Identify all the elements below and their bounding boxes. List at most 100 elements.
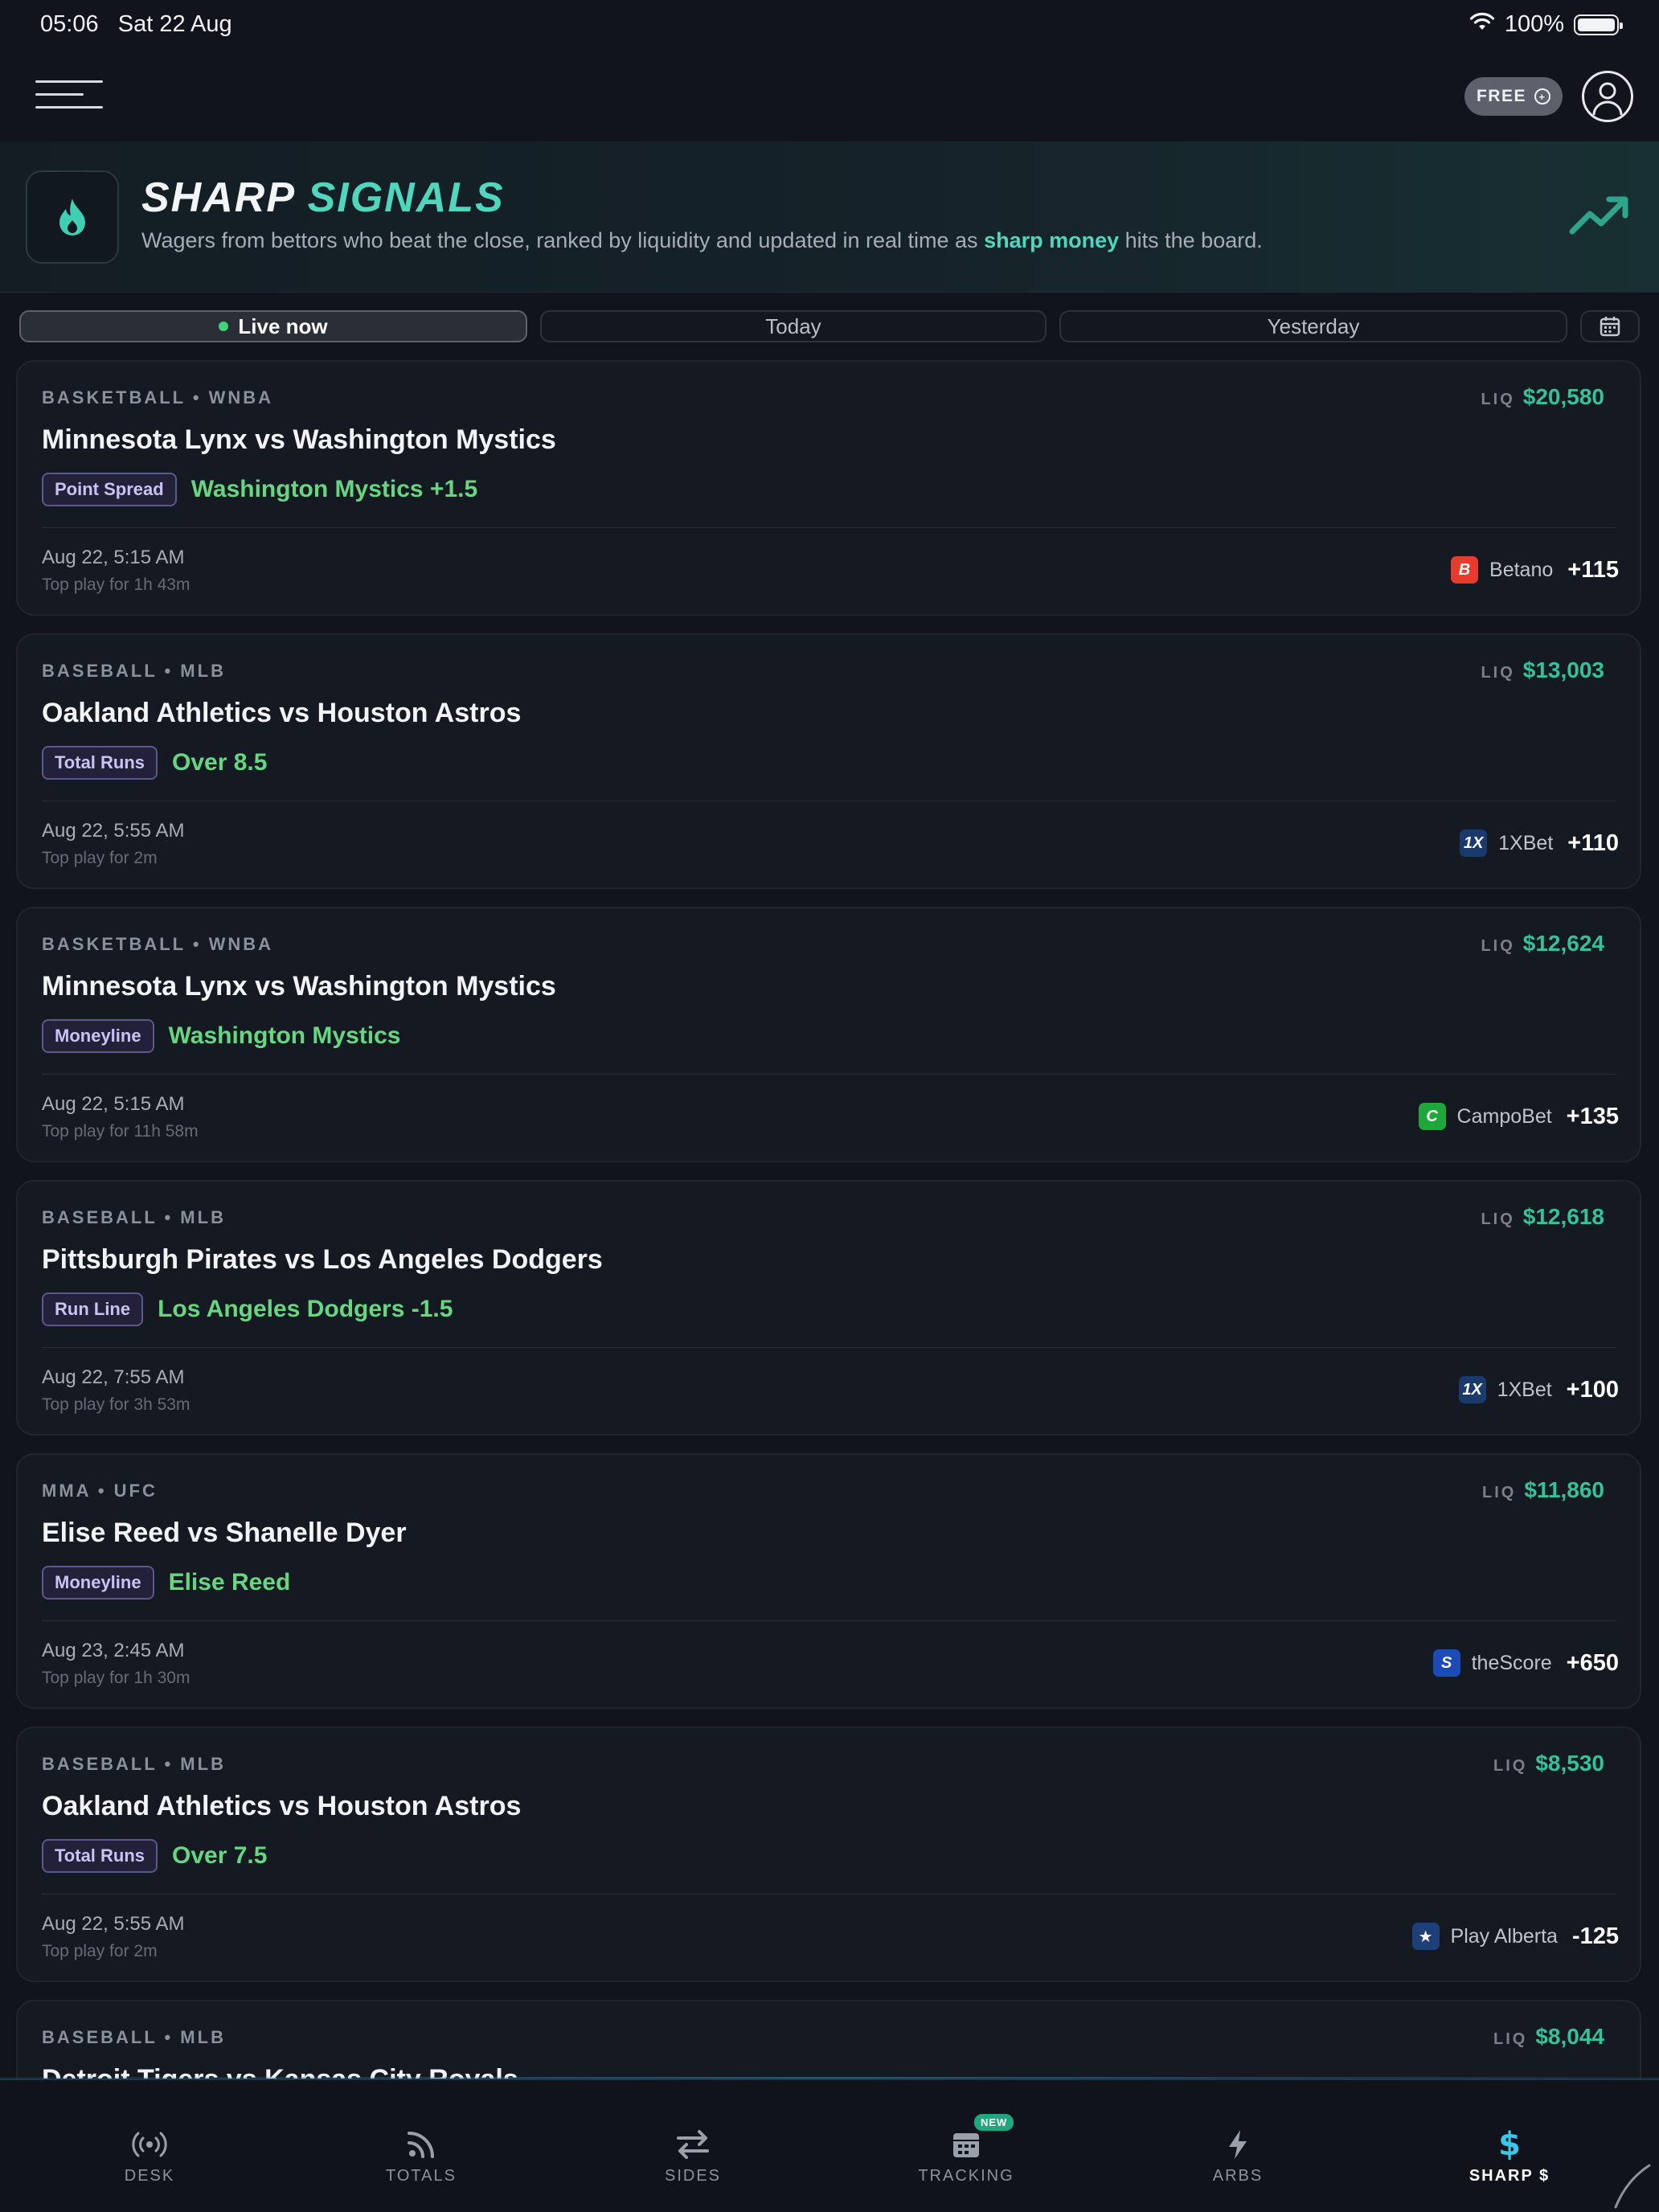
user-icon	[1592, 82, 1623, 116]
odds: +110	[1567, 830, 1619, 856]
battery-icon	[1574, 14, 1623, 35]
signal-card[interactable]: BASEBALL • MLB LIQ $13,003 Oakland Athle…	[16, 633, 1641, 889]
card-date: Aug 22, 5:15 AM	[42, 547, 185, 568]
sportsbook: ★ Play Alberta -125	[1411, 1923, 1619, 1950]
lightning-icon	[1225, 2127, 1251, 2162]
liq-label: LIQ	[1481, 1484, 1517, 1501]
hero-description: Wagers from bettors who beat the close, …	[141, 228, 1263, 253]
live-dot-icon	[219, 322, 229, 331]
hero-banner: SHARP SIGNALS Wagers from bettors who be…	[0, 141, 1659, 293]
bet-row: Moneyline Elise Reed	[42, 1566, 290, 1600]
plan-badge[interactable]: FREE +	[1464, 77, 1563, 116]
sportsbook-name: Play Alberta	[1450, 1924, 1558, 1948]
trending-up-icon	[1569, 193, 1630, 242]
liq-value: $13,003	[1522, 657, 1604, 682]
liq-label: LIQ	[1481, 664, 1515, 682]
tab-yesterday[interactable]: Yesterday	[1059, 310, 1567, 342]
nav-sharp-money[interactable]: $ SHARP $	[1421, 2126, 1598, 2199]
hero-title: SHARP SIGNALS	[141, 174, 505, 222]
card-liquidity: LIQ $8,044	[1493, 2024, 1604, 2050]
liq-label: LIQ	[1481, 1210, 1515, 1228]
card-date: Aug 22, 7:55 AM	[42, 1366, 185, 1388]
menu-line	[35, 106, 103, 109]
card-top-play: Top play for 11h 58m	[42, 1122, 199, 1141]
card-liquidity: LIQ $12,618	[1481, 1204, 1604, 1230]
bet-type-badge: Total Runs	[42, 746, 158, 780]
sportsbook-logo-icon: B	[1451, 556, 1479, 584]
card-liquidity: LIQ $13,003	[1481, 657, 1604, 683]
hero-title-part1: SHARP	[141, 174, 295, 221]
liq-label: LIQ	[1493, 2030, 1528, 2048]
liq-value: $11,860	[1524, 1477, 1604, 1502]
bet-row: Total Runs Over 8.5	[42, 746, 267, 780]
tab-live-now[interactable]: Live now	[19, 310, 527, 342]
nav-desk[interactable]: DESK	[61, 2127, 238, 2199]
sportsbook-name: theScore	[1471, 1651, 1552, 1674]
wifi-icon	[1469, 11, 1495, 38]
top-bar: FREE +	[0, 51, 1659, 141]
battery-percent: 100%	[1504, 11, 1564, 37]
rss-icon	[405, 2127, 437, 2162]
calendar-icon	[1600, 317, 1620, 337]
tab-label: Yesterday	[1267, 313, 1360, 338]
card-liquidity: LIQ $8,530	[1493, 1751, 1604, 1776]
plan-label: FREE	[1476, 87, 1526, 105]
menu-button[interactable]	[35, 80, 103, 113]
page: 05:06 Sat 22 Aug 100% FREE + SHARP SIGNA…	[0, 0, 1659, 2212]
signal-card[interactable]: BASKETBALL • WNBA LIQ $20,580 Minnesota …	[16, 360, 1641, 616]
bet-type-badge: Moneyline	[42, 1019, 154, 1053]
card-divider	[42, 1620, 1616, 1621]
tab-today[interactable]: Today	[540, 310, 1047, 342]
signal-card[interactable]: BASEBALL • MLB LIQ $12,618 Pittsburgh Pi…	[16, 1180, 1641, 1436]
card-league: BASKETBALL • WNBA	[42, 387, 274, 408]
sportsbook-logo-icon: 1X	[1460, 830, 1488, 857]
broadcast-icon	[132, 2127, 167, 2162]
card-league: BASEBALL • MLB	[42, 2027, 226, 2047]
card-top-play: Top play for 2m	[42, 849, 158, 867]
sportsbook: 1X 1XBet +100	[1458, 1376, 1619, 1403]
card-top-play: Top play for 2m	[42, 1942, 158, 1960]
bet-type-badge: Point Spread	[42, 473, 177, 506]
profile-button[interactable]	[1582, 71, 1633, 122]
card-league: BASEBALL • MLB	[42, 1207, 226, 1227]
flame-icon	[26, 170, 119, 264]
liq-value: $8,530	[1535, 1751, 1604, 1776]
bet-pick: Washington Mystics +1.5	[190, 476, 478, 502]
card-matchup: Minnesota Lynx vs Washington Mystics	[42, 424, 556, 455]
signal-card[interactable]: BASKETBALL • WNBA LIQ $12,624 Minnesota …	[16, 907, 1641, 1162]
sportsbook-logo-icon: S	[1432, 1649, 1460, 1677]
menu-line	[35, 93, 84, 96]
bet-row: Moneyline Washington Mystics	[42, 1019, 401, 1053]
tab-label: Live now	[238, 313, 328, 338]
hero-desc-text-end: hits the board.	[1119, 228, 1263, 252]
sportsbook-name: Betano	[1489, 558, 1554, 581]
nav-arbs[interactable]: ARBS	[1149, 2127, 1326, 2199]
card-top-play: Top play for 1h 43m	[42, 576, 190, 594]
nav-totals[interactable]: TOTALS	[333, 2127, 510, 2199]
nav-tracking[interactable]: NEW TRACKING	[878, 2114, 1055, 2199]
card-league: BASEBALL • MLB	[42, 661, 226, 681]
card-date: Aug 22, 5:55 AM	[42, 1913, 185, 1935]
liq-value: $12,618	[1522, 1204, 1604, 1229]
nav-label: TRACKING	[918, 2167, 1014, 2185]
swap-arrows-icon	[675, 2127, 711, 2162]
bet-type-badge: Run Line	[42, 1292, 144, 1326]
card-date: Aug 22, 5:15 AM	[42, 1093, 185, 1115]
card-league: BASEBALL • MLB	[42, 1754, 226, 1774]
card-date: Aug 22, 5:55 AM	[42, 820, 185, 842]
sportsbook: B Betano +115	[1451, 556, 1619, 584]
sportsbook-logo-icon: C	[1418, 1103, 1446, 1130]
card-liquidity: LIQ $20,580	[1481, 384, 1604, 410]
signal-card[interactable]: MMA • UFC LIQ $11,860 Elise Reed vs Shan…	[16, 1453, 1641, 1709]
card-league: BASKETBALL • WNBA	[42, 934, 274, 954]
signal-card[interactable]: BASEBALL • MLB LIQ $8,530 Oakland Athlet…	[16, 1727, 1641, 1982]
date-picker-button[interactable]	[1580, 310, 1640, 342]
card-divider	[42, 527, 1616, 528]
card-matchup: Minnesota Lynx vs Washington Mystics	[42, 971, 556, 1002]
nav-label: TOTALS	[386, 2167, 457, 2185]
card-matchup: Elise Reed vs Shanelle Dyer	[42, 1518, 407, 1548]
odds: +100	[1566, 1376, 1619, 1403]
nav-sides[interactable]: SIDES	[604, 2127, 781, 2199]
card-matchup: Pittsburgh Pirates vs Los Angeles Dodger…	[42, 1244, 603, 1275]
liq-label: LIQ	[1481, 391, 1515, 408]
